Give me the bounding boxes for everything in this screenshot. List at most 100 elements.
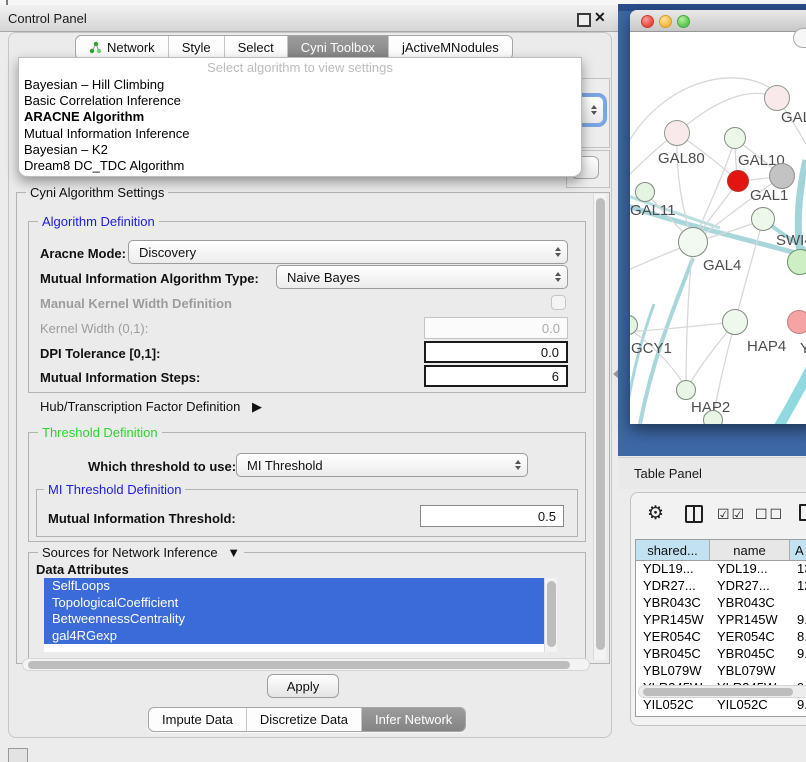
table-cell: YDR27... — [636, 578, 710, 595]
network-node-gal11[interactable] — [635, 182, 655, 202]
table-cell — [790, 663, 806, 680]
mi-threshold-label: Mutual Information Threshold: — [48, 511, 236, 526]
dropdown-item[interactable]: Basic Correlation Inference — [19, 93, 581, 109]
table-row[interactable]: YDL19...YDL19...13 — [636, 561, 806, 578]
attribute-item[interactable]: gal4RGexp — [44, 628, 544, 645]
minimize-traffic-light[interactable] — [659, 15, 672, 28]
network-node-gal80[interactable] — [664, 120, 690, 146]
network-node-swi4[interactable] — [787, 249, 806, 275]
attributes-vscrollbar[interactable] — [544, 578, 557, 652]
column-header-partial[interactable]: A — [790, 540, 806, 560]
close-icon[interactable]: ✕ — [594, 9, 606, 26]
tab-style[interactable]: Style — [169, 36, 225, 59]
mi-type-combo[interactable]: Naive Bayes — [276, 265, 568, 289]
network-node-partial-top[interactable] — [793, 28, 806, 48]
network-node-salmon-node[interactable] — [787, 310, 806, 334]
zoom-traffic-light[interactable] — [677, 15, 690, 28]
network-window-titlebar[interactable] — [630, 10, 806, 32]
dropdown-item[interactable]: Mutual Information Inference — [19, 126, 581, 142]
table-panel: ⚙ ☑☑ ☐☐ shared... name A YDL19...YDL19..… — [630, 492, 806, 726]
table-cell: YIL052C — [710, 697, 790, 714]
table-header-row: shared... name A — [636, 540, 806, 561]
settings-hscroll-thumb[interactable] — [28, 661, 570, 669]
network-window[interactable]: GALGAL80GAL10GAL1GAL11SWI4GAL4GCY1HAP4YH… — [630, 10, 806, 424]
table-cell: YIL052C — [636, 697, 710, 714]
attribute-item[interactable]: BetweennessCentrality — [44, 611, 544, 628]
tab-impute-data[interactable]: Impute Data — [149, 708, 247, 731]
tab-cyni-toolbox[interactable]: Cyni Toolbox — [288, 36, 389, 59]
network-node-label: GAL1 — [750, 187, 788, 204]
combo-spinner-icon — [555, 272, 561, 282]
deselect-all-checkboxes-icon[interactable]: ☐☐ — [755, 506, 784, 523]
tab-network[interactable]: Network — [76, 36, 169, 59]
network-node-gray-node[interactable] — [769, 163, 795, 189]
table-row[interactable]: YBR043CYBR043C — [636, 595, 806, 612]
table-row[interactable]: YBL079WYBL079W — [636, 663, 806, 680]
dropdown-item[interactable]: Dream8 DC_TDC Algorithm — [19, 158, 581, 174]
aracne-mode-combo[interactable]: Discovery — [128, 240, 568, 264]
attribute-item[interactable]: SelfLoops — [44, 578, 544, 595]
network-node-gal2[interactable] — [764, 85, 790, 111]
attribute-item[interactable]: TopologicalCoefficient — [44, 595, 544, 612]
dpi-tolerance-field[interactable]: 0.0 — [424, 341, 568, 363]
mi-threshold-field[interactable]: 0.5 — [420, 505, 564, 527]
document-icon[interactable] — [799, 504, 806, 521]
network-node-gal1[interactable] — [751, 207, 775, 231]
algorithm-dropdown-popup: Select algorithm to view settings Bayesi… — [18, 57, 582, 177]
column-header-shared[interactable]: shared... — [636, 540, 710, 560]
attributes-vscroll-thumb[interactable] — [547, 581, 556, 647]
combo-spinner-icon — [555, 247, 561, 257]
sources-legend[interactable]: Sources for Network Inference ▼ — [38, 545, 244, 560]
network-node-gcy1[interactable] — [630, 315, 638, 335]
combo-spinner-icon — [515, 460, 521, 470]
tab-infer-network[interactable]: Infer Network — [362, 708, 465, 731]
tab-jactivemnodules[interactable]: jActiveMNodules — [389, 36, 512, 59]
network-node-hap4[interactable] — [722, 309, 748, 335]
hub-factor-label[interactable]: Hub/Transcription Factor Definition ▶ — [40, 399, 262, 415]
kernel-width-field[interactable]: 0.0 — [424, 317, 568, 339]
bottom-tabs: Impute Data Discretize Data Infer Networ… — [148, 707, 466, 732]
tab-discretize-data[interactable]: Discretize Data — [247, 708, 362, 731]
gear-icon[interactable]: ⚙ — [647, 502, 664, 525]
table-cell: 9. — [790, 646, 806, 663]
table-row[interactable]: YBR045CYBR045C9. — [636, 646, 806, 663]
table-row[interactable]: YIL052CYIL052C9. — [636, 697, 806, 714]
bottom-grip-icon[interactable] — [8, 748, 28, 762]
settings-hscrollbar[interactable] — [22, 658, 590, 671]
data-attributes-list[interactable]: SelfLoopsTopologicalCoefficientBetweenne… — [44, 578, 544, 652]
which-threshold-label: Which threshold to use: — [88, 459, 236, 474]
expand-arrow-icon[interactable]: ▶ — [252, 399, 262, 415]
screenshot-root: Control Panel ✕ Network Style Select Cyn… — [0, 0, 806, 762]
network-node-gal4[interactable] — [678, 227, 708, 257]
mi-steps-field[interactable]: 6 — [424, 365, 568, 387]
tab-select[interactable]: Select — [225, 36, 288, 59]
table-row[interactable]: YPR145WYPR145W9. — [636, 612, 806, 629]
network-node-bottom-node[interactable] — [703, 410, 723, 424]
table-cell: YBL079W — [636, 663, 710, 680]
float-window-icon[interactable] — [577, 13, 591, 27]
network-canvas[interactable]: GALGAL80GAL10GAL1GAL11SWI4GAL4GCY1HAP4YH… — [630, 32, 806, 424]
network-node-label: Y — [800, 340, 806, 357]
network-node-gal10[interactable] — [724, 127, 746, 149]
table-hscrollbar[interactable] — [638, 685, 806, 698]
network-node-label: GAL — [781, 109, 806, 126]
settings-vscrollbar[interactable] — [593, 194, 606, 660]
collapse-arrow-icon[interactable]: ▼ — [227, 545, 240, 560]
which-threshold-combo[interactable]: MI Threshold — [236, 453, 528, 477]
columns-icon[interactable] — [685, 505, 703, 523]
select-all-checkboxes-icon[interactable]: ☑☑ — [717, 506, 746, 523]
column-header-name[interactable]: name — [710, 540, 790, 560]
apply-button[interactable]: Apply — [267, 674, 339, 698]
close-traffic-light[interactable] — [641, 15, 654, 28]
network-node-red-node[interactable] — [727, 170, 749, 192]
settings-vscroll-thumb[interactable] — [596, 198, 605, 650]
dropdown-item[interactable]: ARACNE Algorithm — [19, 109, 581, 125]
table-hscroll-thumb[interactable] — [643, 688, 793, 696]
table-row[interactable]: YDR27...YDR27...12 — [636, 578, 806, 595]
network-node-hap2[interactable] — [676, 380, 696, 400]
dropdown-item[interactable]: Bayesian – K2 — [19, 142, 581, 158]
dropdown-item[interactable]: Bayesian – Hill Climbing — [19, 77, 581, 93]
table-cell: YDR27... — [710, 578, 790, 595]
table-row[interactable]: YER054CYER054C8. — [636, 629, 806, 646]
manual-kernel-checkbox[interactable] — [551, 295, 566, 310]
